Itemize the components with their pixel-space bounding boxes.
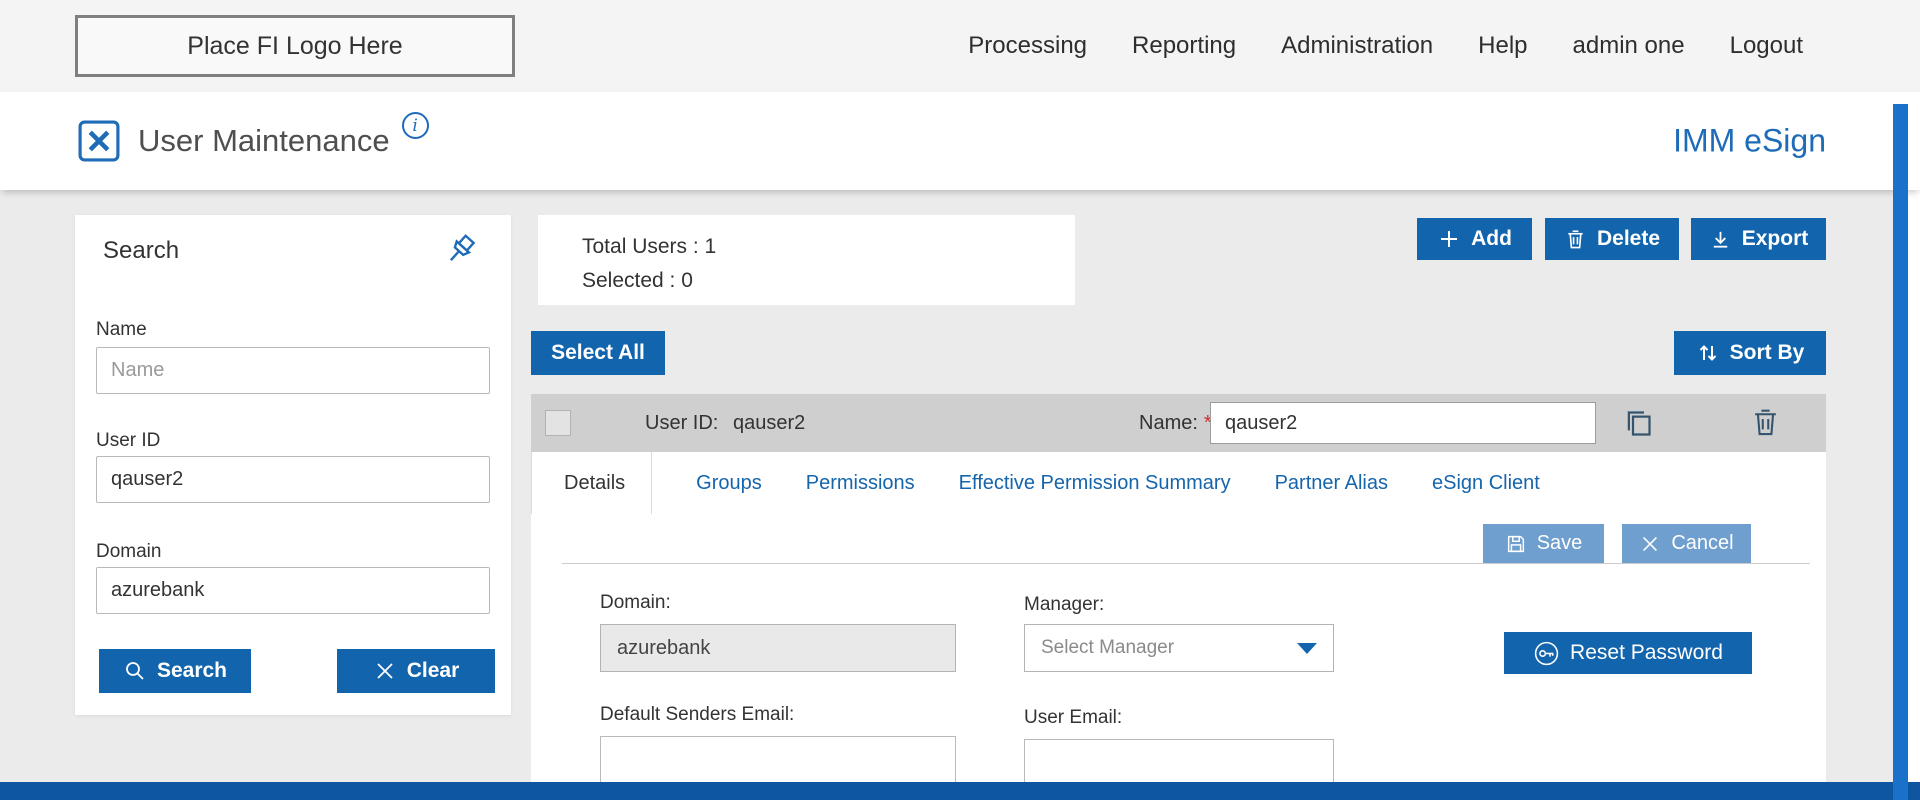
summary-box: Total Users : 1 Selected : 0 xyxy=(538,215,1075,305)
fi-logo-placeholder: Place FI Logo Here xyxy=(75,15,515,77)
tabs-separator xyxy=(562,563,1810,564)
search-button-label: Search xyxy=(157,659,227,683)
right-scrollbar[interactable] xyxy=(1893,104,1908,800)
key-icon xyxy=(1533,640,1560,667)
sort-arrows-icon xyxy=(1696,341,1720,365)
selected-count-text: Selected : 0 xyxy=(582,264,1075,298)
user-detail-panel: Details Groups Permissions Effective Per… xyxy=(531,452,1826,782)
clear-button[interactable]: Clear xyxy=(337,649,495,693)
default-senders-email-input[interactable] xyxy=(600,736,956,782)
search-icon xyxy=(123,659,147,683)
user-name-input[interactable] xyxy=(1210,402,1596,444)
trash-icon xyxy=(1749,406,1782,439)
user-email-input[interactable] xyxy=(1024,739,1334,782)
bottom-bar xyxy=(0,782,1920,800)
page: Place FI Logo Here Processing Reporting … xyxy=(0,0,1920,800)
brand-imm-esign: IMM eSign xyxy=(1673,123,1826,160)
tab-permissions[interactable]: Permissions xyxy=(806,472,915,495)
tab-details[interactable]: Details xyxy=(531,452,652,514)
detail-tabs: Details Groups Permissions Effective Per… xyxy=(531,452,1826,514)
download-icon xyxy=(1709,228,1732,251)
user-email-label: User Email: xyxy=(1024,707,1122,729)
manager-field-label: Manager: xyxy=(1024,594,1104,616)
search-domain-label: Domain xyxy=(96,541,161,563)
cancel-button[interactable]: Cancel xyxy=(1622,524,1751,563)
delete-button-label: Delete xyxy=(1597,227,1660,251)
name-label: Name:* xyxy=(1139,394,1212,452)
trash-icon xyxy=(1564,228,1587,251)
delete-user-row-button[interactable] xyxy=(1749,406,1782,439)
search-panel-heading: Search xyxy=(103,237,179,265)
manager-selected-value: Select Manager xyxy=(1041,637,1174,659)
top-header: Place FI Logo Here Processing Reporting … xyxy=(0,0,1920,92)
search-button[interactable]: Search xyxy=(99,649,251,693)
copy-user-button[interactable] xyxy=(1622,407,1655,440)
page-title: User Maintenance xyxy=(138,123,390,159)
user-id-label: User ID: xyxy=(645,394,718,452)
nav-user-admin-one[interactable]: admin one xyxy=(1573,32,1685,60)
clear-button-label: Clear xyxy=(407,659,460,683)
reset-password-button[interactable]: Reset Password xyxy=(1504,632,1752,674)
copy-icon xyxy=(1622,407,1655,440)
search-user-id-label: User ID xyxy=(96,430,160,452)
plus-icon xyxy=(1437,227,1461,251)
save-button[interactable]: Save xyxy=(1483,524,1604,563)
sort-by-button[interactable]: Sort By xyxy=(1674,331,1826,375)
domain-field-input xyxy=(600,624,956,672)
default-senders-email-label: Default Senders Email: xyxy=(600,704,794,726)
delete-button[interactable]: Delete xyxy=(1545,218,1679,260)
search-domain-input[interactable] xyxy=(96,567,490,614)
top-nav: Processing Reporting Administration Help… xyxy=(968,0,1803,92)
search-name-input[interactable] xyxy=(96,347,490,394)
cancel-x-icon xyxy=(1639,533,1661,555)
sort-by-label: Sort By xyxy=(1730,341,1805,365)
tab-groups[interactable]: Groups xyxy=(696,472,762,495)
user-id-value: qauser2 xyxy=(733,394,805,452)
reset-password-label: Reset Password xyxy=(1570,641,1723,665)
domain-field-label: Domain: xyxy=(600,592,671,614)
export-button[interactable]: Export xyxy=(1691,218,1826,260)
nav-logout[interactable]: Logout xyxy=(1730,32,1803,60)
manager-select[interactable]: Select Manager xyxy=(1024,624,1334,672)
tab-partner-alias[interactable]: Partner Alias xyxy=(1275,472,1388,495)
pin-icon[interactable] xyxy=(441,231,483,273)
fi-logo-text: Place FI Logo Here xyxy=(187,32,402,61)
nav-help[interactable]: Help xyxy=(1478,32,1527,60)
total-users-text: Total Users : 1 xyxy=(582,230,1075,264)
nav-administration[interactable]: Administration xyxy=(1281,32,1433,60)
user-maintenance-app-icon xyxy=(78,120,120,162)
add-button[interactable]: Add xyxy=(1417,218,1532,260)
info-icon[interactable]: i xyxy=(402,112,429,139)
save-button-label: Save xyxy=(1537,532,1583,555)
nav-reporting[interactable]: Reporting xyxy=(1132,32,1236,60)
select-all-button[interactable]: Select All xyxy=(531,331,665,375)
clear-x-icon xyxy=(373,659,397,683)
add-button-label: Add xyxy=(1471,227,1512,251)
user-row-checkbox[interactable] xyxy=(545,410,571,436)
search-name-label: Name xyxy=(96,319,147,341)
tab-esign-client[interactable]: eSign Client xyxy=(1432,472,1540,495)
chevron-down-icon xyxy=(1297,643,1317,654)
main-content: Search Name User ID Domain xyxy=(0,190,1893,782)
tab-effective-permission-summary[interactable]: Effective Permission Summary xyxy=(959,472,1231,495)
title-bar: User Maintenance i IMM eSign xyxy=(0,92,1920,190)
search-user-id-input[interactable] xyxy=(96,456,490,503)
nav-processing[interactable]: Processing xyxy=(968,32,1087,60)
export-button-label: Export xyxy=(1742,227,1809,251)
save-floppy-icon xyxy=(1505,533,1527,555)
search-panel: Search Name User ID Domain xyxy=(75,215,511,715)
user-row: User ID: qauser2 Name:* xyxy=(531,394,1826,452)
select-all-label: Select All xyxy=(551,341,645,365)
cancel-button-label: Cancel xyxy=(1671,532,1733,555)
